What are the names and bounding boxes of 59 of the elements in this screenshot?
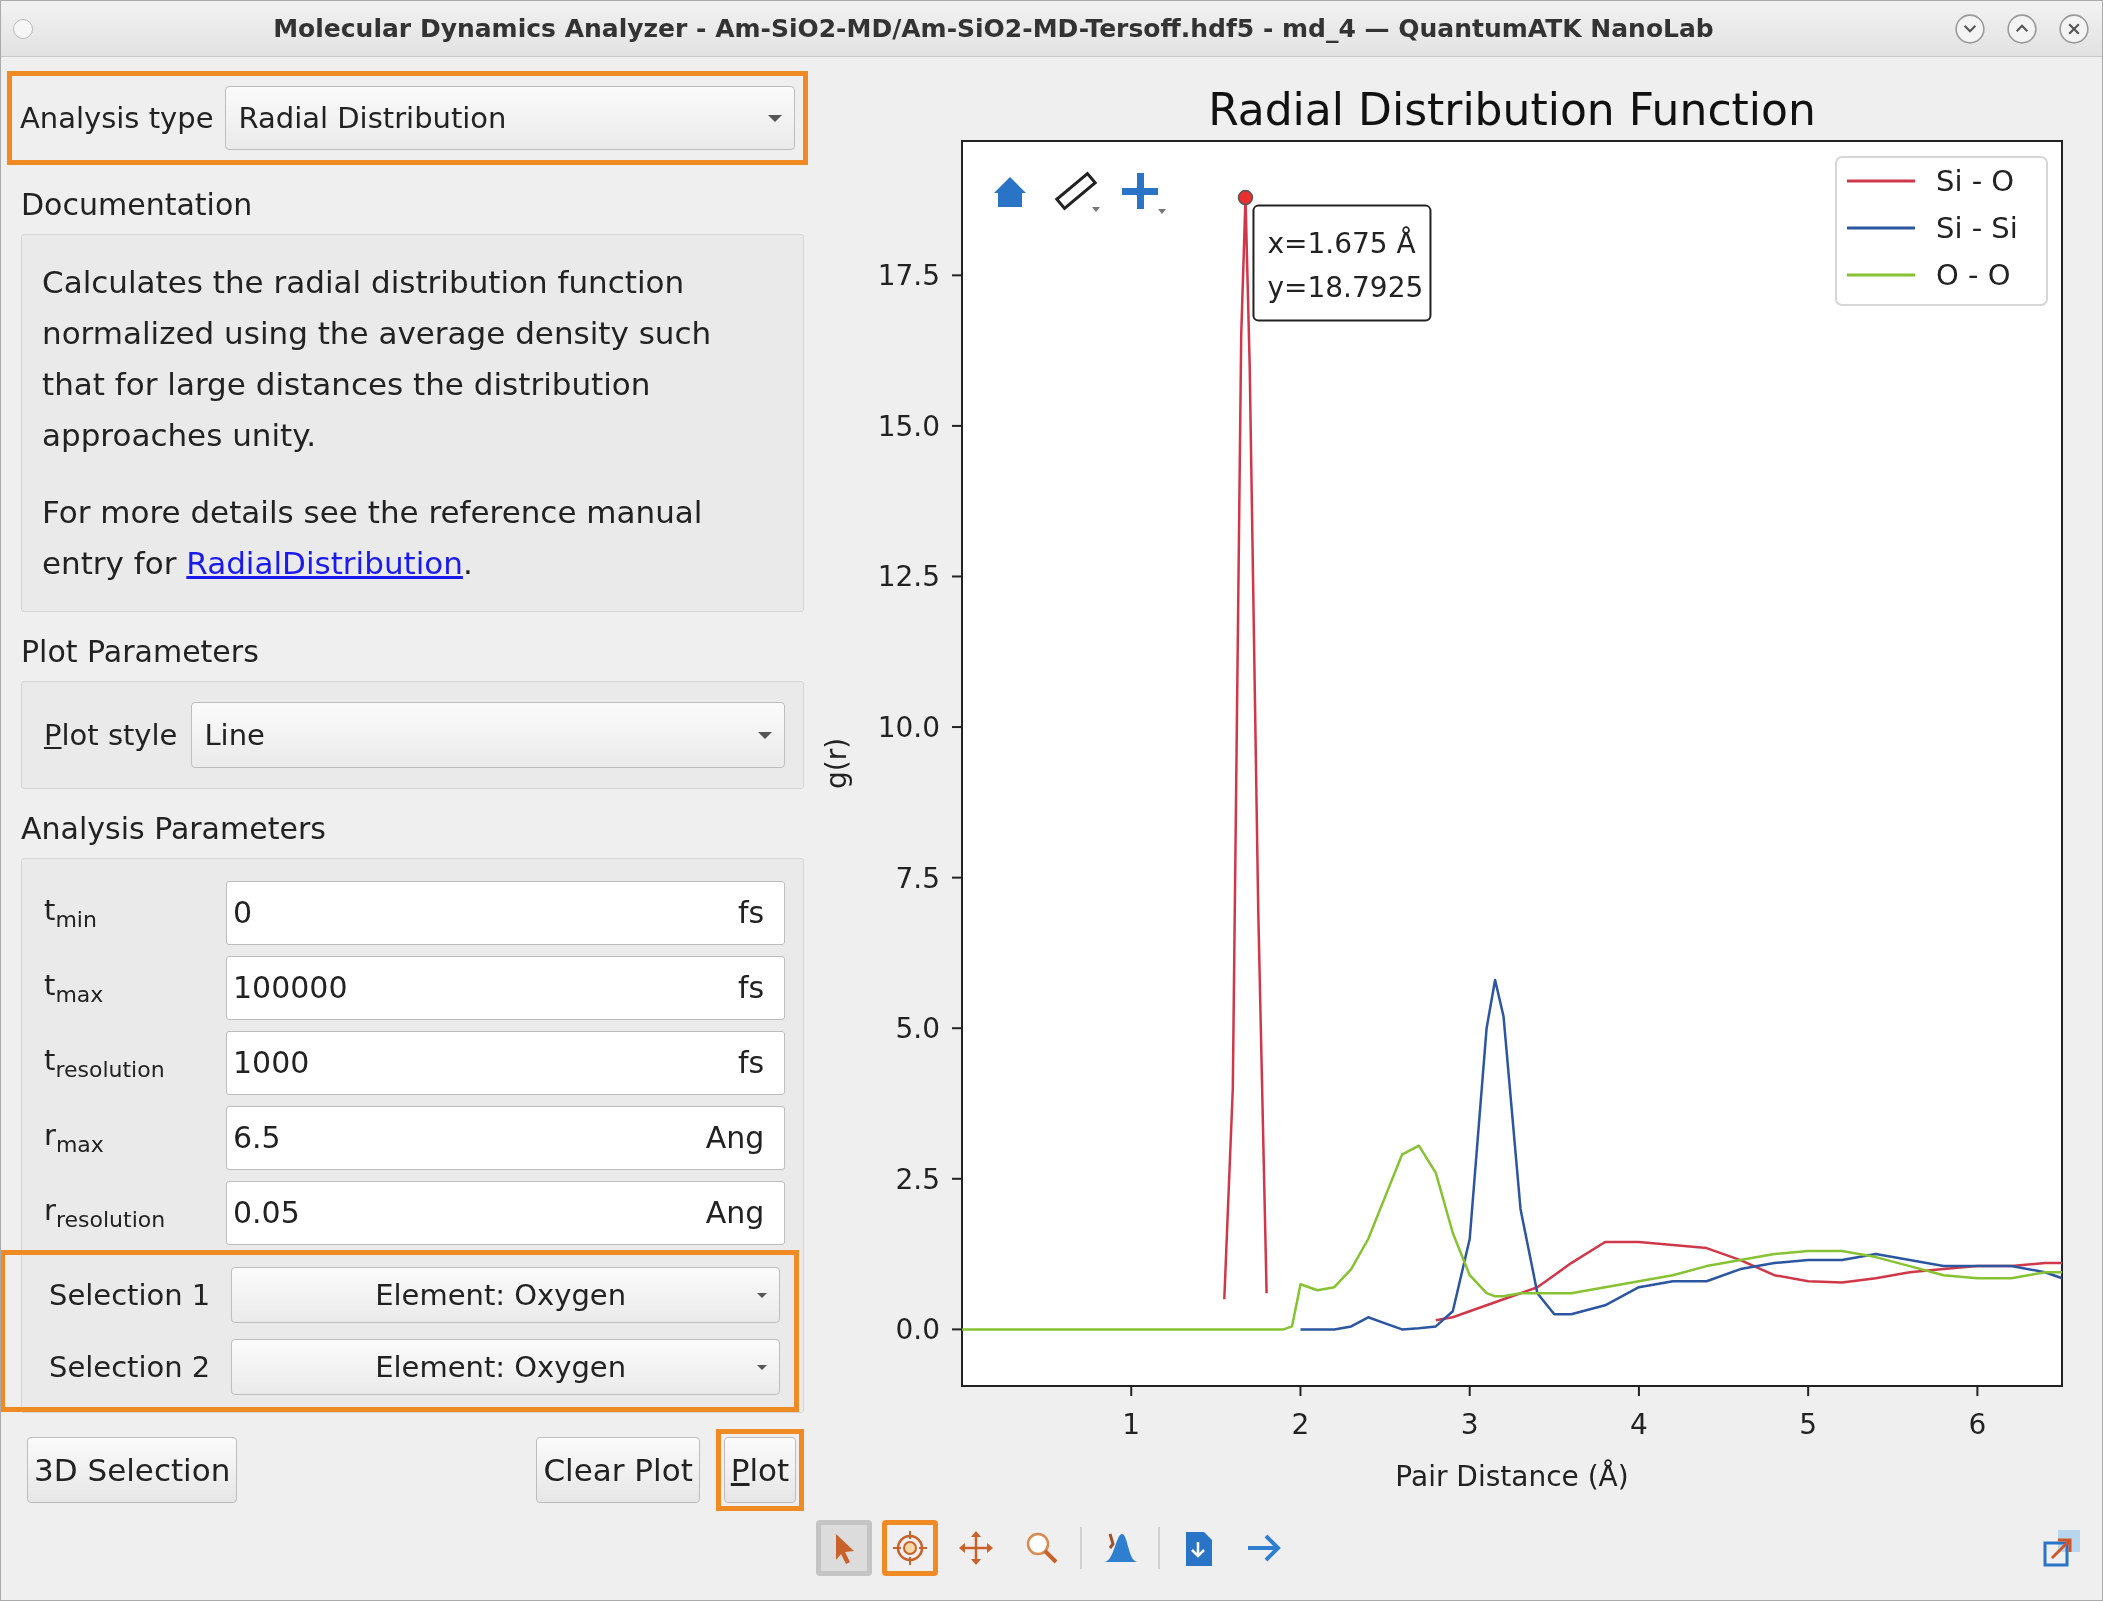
selection-dropdown[interactable]: Element: Oxygen bbox=[231, 1339, 781, 1395]
x-axis-label: Pair Distance (Å) bbox=[1395, 1460, 1629, 1493]
parameter-field[interactable]: 1000 fs bbox=[226, 1030, 786, 1095]
section-heading: Plot Parameters bbox=[20, 633, 260, 671]
tool-button[interactable] bbox=[816, 1520, 873, 1576]
selection-label: Selection 2 bbox=[48, 1350, 212, 1384]
x-tick-label: 5 bbox=[1799, 1408, 1818, 1441]
parameter-field[interactable]: 6.5 Ang bbox=[226, 1105, 786, 1170]
parameter-field[interactable]: 0 fs bbox=[226, 880, 786, 945]
x-tick-label: 6 bbox=[1968, 1408, 1987, 1441]
y-tick-label: 7.5 bbox=[895, 861, 941, 895]
parameter-label: t$_{min}$ bbox=[43, 893, 98, 932]
selection-dropdown[interactable]: Element: Oxygen bbox=[231, 1267, 781, 1323]
x-tick-label: 3 bbox=[1461, 1408, 1479, 1441]
parameter-field[interactable]: 0.05 Ang bbox=[226, 1180, 786, 1245]
documentation-text: Calculates the radial distribution function normalized using the average density such that for large distances the distribution approaches unity. bbox=[42, 263, 713, 455]
parameter-field[interactable]: 100000 fs bbox=[226, 955, 786, 1020]
x-tick-label: 1 bbox=[1122, 1408, 1141, 1441]
action-button[interactable]: 3D Selection bbox=[27, 1437, 238, 1503]
y-tick-label: 15.0 bbox=[877, 409, 941, 443]
action-button[interactable]: Plot bbox=[723, 1437, 797, 1503]
section-heading: Analysis Parameters bbox=[20, 810, 327, 848]
window-title: Molecular Dynamics Analyzer - Am-SiO2-MD/Am-SiO2-MD-Tersoff.hdf5 - md_4 — QuantumATK NanoLab bbox=[272, 14, 1715, 43]
y-tick-label: 12.5 bbox=[877, 560, 941, 594]
section-heading: Documentation bbox=[20, 186, 254, 224]
data-point-marker bbox=[1237, 189, 1254, 206]
x-tick-label: 4 bbox=[1630, 1408, 1649, 1441]
selection-label: Selection 1 bbox=[48, 1278, 212, 1312]
reference-text: For more details see the reference manual entry for RadialDistribution. bbox=[42, 493, 704, 583]
chart-title: Radial Distribution Function bbox=[1208, 84, 1817, 135]
tooltip-text: x=1.675 Å bbox=[1267, 226, 1416, 260]
tool-button[interactable] bbox=[882, 1520, 939, 1576]
parameter-label: r$_{max}$ bbox=[43, 1118, 105, 1157]
legend-label: Si - Si bbox=[1936, 211, 2019, 245]
legend-label: O - O bbox=[1936, 258, 2011, 292]
y-tick-label: 10.0 bbox=[877, 711, 941, 745]
plot-style-dropdown[interactable]: Line bbox=[191, 702, 786, 768]
tooltip-text: y=18.7925 bbox=[1267, 270, 1424, 304]
minimize-button[interactable] bbox=[1954, 12, 1986, 45]
plus-icon[interactable] bbox=[1122, 173, 1167, 214]
y-tick-label: 2.5 bbox=[895, 1162, 941, 1196]
maximize-button[interactable] bbox=[2006, 12, 2038, 45]
parameter-label: r$_{resolution}$ bbox=[43, 1193, 167, 1232]
y-tick-label: 5.0 bbox=[895, 1012, 941, 1046]
parameter-label: t$_{resolution}$ bbox=[43, 1043, 166, 1082]
parameter-label: t$_{max}$ bbox=[43, 968, 105, 1007]
analysis-type-label: Analysis type bbox=[20, 101, 214, 135]
legend-label: Si - O bbox=[1936, 164, 2015, 198]
home-icon[interactable] bbox=[994, 177, 1027, 207]
popout-icon[interactable] bbox=[2042, 1528, 2082, 1568]
close-button[interactable] bbox=[2058, 12, 2090, 45]
y-axis-label: g(r) bbox=[820, 737, 854, 790]
plot-style-label: Plot style bbox=[44, 718, 178, 752]
y-tick-label: 17.5 bbox=[877, 259, 941, 293]
reference-link[interactable]: RadialDistribution bbox=[186, 545, 463, 581]
x-tick-label: 2 bbox=[1291, 1408, 1310, 1441]
y-tick-label: 0.0 bbox=[895, 1313, 941, 1347]
action-button[interactable]: Clear Plot bbox=[536, 1437, 700, 1503]
analysis-type-dropdown[interactable]: Radial Distribution bbox=[225, 86, 796, 150]
